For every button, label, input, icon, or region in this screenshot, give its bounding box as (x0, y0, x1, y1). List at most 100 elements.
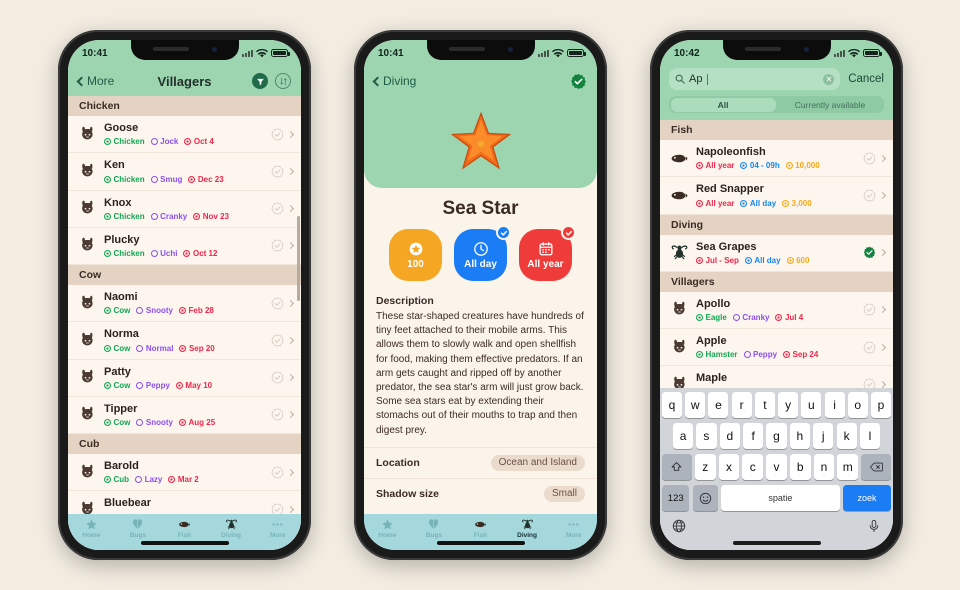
tab-home[interactable]: Home (68, 518, 115, 539)
checkmark-badge-icon[interactable] (271, 334, 284, 347)
tab-diving[interactable]: Diving (208, 518, 255, 539)
list-item-title: Maple (696, 372, 728, 385)
key-m[interactable]: m (837, 454, 859, 480)
segment-all[interactable]: All (670, 97, 776, 112)
key-n[interactable]: n (813, 454, 835, 480)
clear-icon[interactable] (823, 73, 835, 85)
key-s[interactable]: s (696, 423, 717, 449)
key-v[interactable]: v (766, 454, 787, 480)
info-badge[interactable]: All day (454, 225, 511, 281)
list-item[interactable]: Sea Grapes Jul - Sep All day 600 (660, 234, 893, 272)
checkmark-badge-icon[interactable] (863, 246, 876, 259)
key-k[interactable]: k (836, 423, 857, 449)
key-u[interactable]: u (801, 392, 822, 418)
backspace-icon[interactable] (861, 454, 892, 480)
row-tag-label: Jul - Sep (705, 255, 739, 265)
filter-icon[interactable] (252, 73, 268, 89)
key-c[interactable]: c (742, 454, 764, 480)
checkmark-badge-icon[interactable] (271, 296, 284, 310)
globe-icon[interactable] (672, 519, 686, 538)
list-item[interactable]: Barold Cub Lazy Mar 2 (68, 454, 301, 492)
key-i[interactable]: i (824, 392, 845, 418)
list-item[interactable]: Norma Cow Normal Sep 20 (68, 322, 301, 360)
back-button[interactable]: Diving (372, 74, 416, 88)
key-a[interactable]: a (672, 423, 694, 449)
search-input[interactable]: Ap (669, 68, 841, 90)
checkmark-badge-icon[interactable] (271, 239, 284, 253)
checkmark-badge-icon[interactable] (271, 127, 284, 141)
key-z[interactable]: z (694, 454, 716, 480)
segmented-control[interactable]: All Currently available (669, 96, 884, 113)
key-x[interactable]: x (718, 454, 740, 480)
list-item[interactable]: Apollo Eagle Cranky Jul 4 (660, 291, 893, 329)
sort-icon[interactable] (275, 73, 291, 89)
tab-bugs[interactable]: Bugs (411, 518, 458, 539)
checkmark-badge-icon[interactable] (271, 371, 284, 384)
segment-currently-available[interactable]: Currently available (778, 98, 883, 112)
row-tag: Cow (104, 306, 130, 315)
scrollbar[interactable] (297, 216, 300, 301)
list-item[interactable]: Napoleonfish All year 04 - 09h 10,000 (660, 140, 893, 178)
chevron-right-icon (878, 343, 887, 351)
key-r[interactable]: r (731, 392, 752, 418)
chevron-right-icon (286, 167, 295, 175)
key-j[interactable]: j (813, 423, 834, 449)
key-t[interactable]: t (754, 392, 775, 418)
tab-bugs[interactable]: Bugs (115, 518, 162, 539)
villager-list[interactable]: Chicken Goose Chicken Jock Oct 4 Ken Chicken Sm… (68, 96, 301, 550)
key-g[interactable]: g (766, 423, 787, 449)
on-screen-keyboard[interactable]: qwertyuiop asdfghjkl zxcvbnm 123 spatie zo… (660, 388, 893, 550)
tab-diving[interactable]: Diving (504, 518, 551, 539)
microphone-icon[interactable] (867, 519, 881, 538)
phone-2-frame: 10:41 Diving Sea Star 100 All day All ye… (354, 30, 607, 560)
list-item[interactable]: Goose Chicken Jock Oct 4 (68, 116, 301, 154)
key-w[interactable]: w (685, 392, 706, 418)
checkmark-badge-icon[interactable] (863, 340, 876, 354)
key-e[interactable]: e (708, 392, 729, 418)
key-y[interactable]: y (778, 392, 799, 418)
list-item[interactable]: Red Snapper All year All day 3,000 (660, 177, 893, 215)
tab-more[interactable]: More (550, 518, 597, 539)
row-tag: Cub (104, 475, 129, 484)
tab-fish[interactable]: Fish (161, 518, 208, 539)
list-item[interactable]: Tipper Cow Snooty Aug 25 (68, 396, 301, 434)
key-d[interactable]: d (719, 423, 740, 449)
checkmark-badge-icon[interactable] (863, 189, 876, 202)
chevron-right-icon (286, 242, 295, 250)
list-item[interactable]: Patty Cow Peppy May 10 (68, 359, 301, 397)
key-space[interactable]: spatie (720, 485, 840, 511)
info-badge[interactable]: All year (519, 225, 576, 281)
checkmark-badge-icon[interactable] (863, 151, 876, 165)
key-b[interactable]: b (789, 454, 811, 480)
key-h[interactable]: h (789, 423, 810, 449)
checkmark-badge-icon[interactable] (271, 202, 284, 215)
key-numbers[interactable]: 123 (662, 485, 690, 511)
tab-home[interactable]: Home (364, 518, 411, 539)
key-f[interactable]: f (743, 423, 764, 449)
key-p[interactable]: p (870, 392, 891, 418)
tab-fish[interactable]: Fish (457, 518, 504, 539)
tab-label: Fish (473, 532, 488, 539)
cancel-button[interactable]: Cancel (848, 73, 884, 85)
emoji-icon[interactable] (692, 485, 718, 511)
list-item[interactable]: Apple Hamster Peppy Sep 24 (660, 329, 893, 367)
list-item[interactable]: Ken Chicken Smug Dec 23 (68, 153, 301, 191)
check-badge-icon[interactable] (570, 73, 587, 90)
key-search[interactable]: zoek (843, 485, 891, 511)
key-l[interactable]: l (859, 423, 881, 449)
key-q[interactable]: q (662, 392, 683, 418)
shift-icon[interactable] (661, 454, 692, 480)
info-badge[interactable]: 100 (389, 229, 442, 281)
list-item[interactable]: Knox Chicken Cranky Nov 23 (68, 190, 301, 228)
key-o[interactable]: o (847, 392, 868, 418)
list-item[interactable]: Naomi Cow Snooty Feb 28 (68, 285, 301, 323)
tab-more[interactable]: More (254, 518, 301, 539)
back-button[interactable]: More (76, 74, 114, 88)
villager-icon (674, 302, 685, 315)
checkmark-badge-icon[interactable] (271, 165, 284, 178)
checkmark-badge-icon[interactable] (271, 408, 284, 422)
list-item[interactable]: Plucky Chicken Uchi Oct 12 (68, 227, 301, 265)
checkmark-badge-icon[interactable] (271, 465, 284, 479)
battery-icon (271, 48, 290, 58)
checkmark-badge-icon[interactable] (863, 303, 876, 317)
